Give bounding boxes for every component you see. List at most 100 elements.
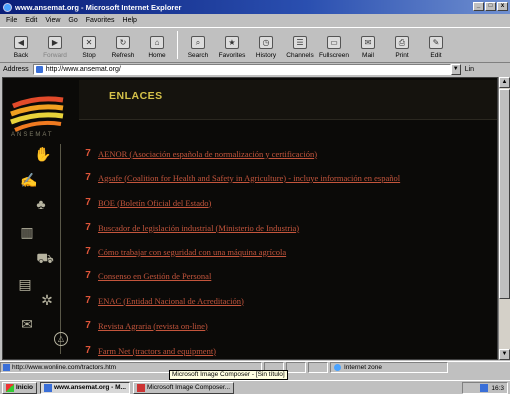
link-revista-agraria[interactable]: Revista Agraria (revista on-line) xyxy=(98,321,208,331)
menu-go[interactable]: Go xyxy=(68,17,77,24)
links-label[interactable]: Lin xyxy=(465,66,474,73)
tractor-icon[interactable]: ⛟ xyxy=(35,250,55,266)
arrow-icon: 7 xyxy=(85,320,91,331)
arrow-icon: 7 xyxy=(85,345,91,356)
address-value: http://www.ansemat.org/ xyxy=(45,66,121,73)
arrow-icon: 7 xyxy=(85,270,91,281)
ansemat-logo xyxy=(10,96,64,132)
scroll-thumb[interactable] xyxy=(499,89,510,299)
menu-favorites[interactable]: Favorites xyxy=(86,17,115,24)
link-agsafe[interactable]: Agsafe (Coalition for Health and Safety … xyxy=(98,173,400,183)
globe-icon xyxy=(334,364,341,371)
channels-icon: ☰ xyxy=(293,36,307,49)
toolbar-separator xyxy=(177,31,178,59)
internet-explorer-icon xyxy=(3,2,12,12)
image-composer-icon xyxy=(136,383,145,392)
book-icon[interactable]: ▤ xyxy=(15,276,35,292)
close-button[interactable]: x xyxy=(497,2,508,11)
link-farm-net[interactable]: Farm Net (tractors and equipment) xyxy=(98,346,216,356)
fullscreen-button[interactable]: ▭ Fullscreen xyxy=(317,28,351,62)
address-dropdown-button[interactable]: ▼ xyxy=(450,64,461,75)
page-title: ENLACES xyxy=(109,90,163,102)
favorites-icon: ★ xyxy=(225,36,239,49)
history-button[interactable]: ◷ History xyxy=(249,28,283,62)
clock: 16:3 xyxy=(491,384,504,392)
link-boe[interactable]: BOE (Boletín Oficial del Estado) xyxy=(98,198,211,208)
list-item[interactable]: 7 BOE (Boletín Oficial del Estado) xyxy=(82,197,211,208)
toolbar: ◀ Back ▶ Forward ✕ Stop ↻ Refresh ⌂ Home ⌕ Sea… xyxy=(0,27,510,63)
forward-button[interactable]: ▶ Forward xyxy=(38,28,72,62)
list-item[interactable]: 7 AENOR (Asociación española de normaliza… xyxy=(82,148,317,159)
scroll-up-button[interactable]: ▲ xyxy=(499,77,510,88)
forward-arrow-icon: ▶ xyxy=(48,36,62,49)
hand-writing-icon[interactable]: ✍ xyxy=(19,172,39,188)
back-button[interactable]: ◀ Back xyxy=(4,28,38,62)
logo-wordmark: ANSEMAT xyxy=(11,132,54,138)
print-button[interactable]: ⎙ Print xyxy=(385,28,419,62)
edit-icon: ✎ xyxy=(429,36,443,49)
minimize-button[interactable]: _ xyxy=(473,2,484,11)
sidebar-rail xyxy=(60,144,61,354)
address-input[interactable]: http://www.ansemat.org/ xyxy=(32,64,451,75)
system-tray: 16:3 xyxy=(462,382,508,394)
tray-icon[interactable] xyxy=(480,384,489,392)
status-panel xyxy=(286,362,306,373)
star-icon[interactable]: ✲ xyxy=(37,292,57,308)
home-button[interactable]: ⌂ Home xyxy=(140,28,174,62)
taskbar-tooltip: Microsoft Image Composer - [Sin título] xyxy=(169,370,288,380)
taskbar-item-image-composer[interactable]: Microsoft Image Composer... xyxy=(132,381,235,394)
page-icon xyxy=(3,364,10,371)
channels-button[interactable]: ☰ Channels xyxy=(283,28,317,62)
tree-icon[interactable]: ♣ xyxy=(31,196,51,212)
back-arrow-icon: ◀ xyxy=(14,36,28,49)
list-item[interactable]: 7 Buscador de legislación industrial (Min… xyxy=(82,222,299,233)
start-button[interactable]: Inicio xyxy=(2,381,37,394)
status-url: http://www.wonline.com/tractors.htm xyxy=(12,364,117,371)
refresh-button[interactable]: ↻ Refresh xyxy=(106,28,140,62)
arrow-icon: 7 xyxy=(85,246,91,257)
security-zone-panel: Internet zone xyxy=(330,362,448,373)
building-icon[interactable]: ▥ xyxy=(17,224,37,240)
arrow-icon: 7 xyxy=(85,172,91,183)
hand-icon[interactable]: ✋ xyxy=(33,146,53,162)
link-buscador[interactable]: Buscador de legislación industrial (Mini… xyxy=(98,223,299,233)
list-item[interactable]: 7 Agsafe (Coalition for Health and Safety… xyxy=(82,172,400,183)
list-item[interactable]: 7 Revista Agraria (revista on-line) xyxy=(82,320,208,331)
list-item[interactable]: 7 Cómo trabajar con seguridad con una máq… xyxy=(82,246,286,257)
arrow-icon: 7 xyxy=(85,295,91,306)
stop-icon: ✕ xyxy=(82,36,96,49)
list-item[interactable]: 7 Farm Net (tractors and equipment) xyxy=(82,345,216,356)
home-icon: ⌂ xyxy=(150,36,164,49)
menu-file[interactable]: File xyxy=(6,17,17,24)
envelope-icon[interactable]: ✉ xyxy=(17,316,37,332)
menu-edit[interactable]: Edit xyxy=(25,17,37,24)
start-label: Inicio xyxy=(16,384,33,391)
favorites-button[interactable]: ★ Favorites xyxy=(215,28,249,62)
taskbar-item-browser[interactable]: www.ansemat.org - M... xyxy=(39,381,130,394)
edit-button[interactable]: ✎ Edit xyxy=(419,28,453,62)
windows-logo-icon xyxy=(6,383,14,392)
list-item[interactable]: 7 ENAC (Entidad Nacional de Acreditación) xyxy=(82,295,244,306)
vertical-scrollbar[interactable]: ▲ ▼ xyxy=(498,77,510,360)
page-content: ANSEMAT ENLACES ✋ ✍ ♣ ▥ ⛟ ▤ ✲ ✉ △ 7 AENOR… xyxy=(2,77,498,360)
stop-button[interactable]: ✕ Stop xyxy=(72,28,106,62)
search-button[interactable]: ⌕ Search xyxy=(181,28,215,62)
print-icon: ⎙ xyxy=(395,36,409,49)
link-aenor[interactable]: AENOR (Asociación española de normalizac… xyxy=(98,149,317,159)
mail-button[interactable]: ✉ Mail xyxy=(351,28,385,62)
maximize-button[interactable]: □ xyxy=(485,2,496,11)
link-como-trabajar[interactable]: Cómo trabajar con seguridad con una máqu… xyxy=(98,247,286,257)
link-consenso[interactable]: Consenso en Gestión de Personal xyxy=(98,271,211,281)
mail-icon: ✉ xyxy=(361,36,375,49)
scroll-down-button[interactable]: ▼ xyxy=(499,349,510,360)
page-icon xyxy=(35,66,43,73)
window-controls: _ □ x xyxy=(473,2,508,11)
menu-view[interactable]: View xyxy=(45,17,60,24)
search-icon: ⌕ xyxy=(191,36,205,49)
triangle-icon[interactable]: △ xyxy=(54,332,68,346)
menu-help[interactable]: Help xyxy=(123,17,137,24)
list-item[interactable]: 7 Consenso en Gestión de Personal xyxy=(82,270,211,281)
arrow-icon: 7 xyxy=(85,148,91,159)
link-enac[interactable]: ENAC (Entidad Nacional de Acreditación) xyxy=(98,296,244,306)
fullscreen-icon: ▭ xyxy=(327,36,341,49)
